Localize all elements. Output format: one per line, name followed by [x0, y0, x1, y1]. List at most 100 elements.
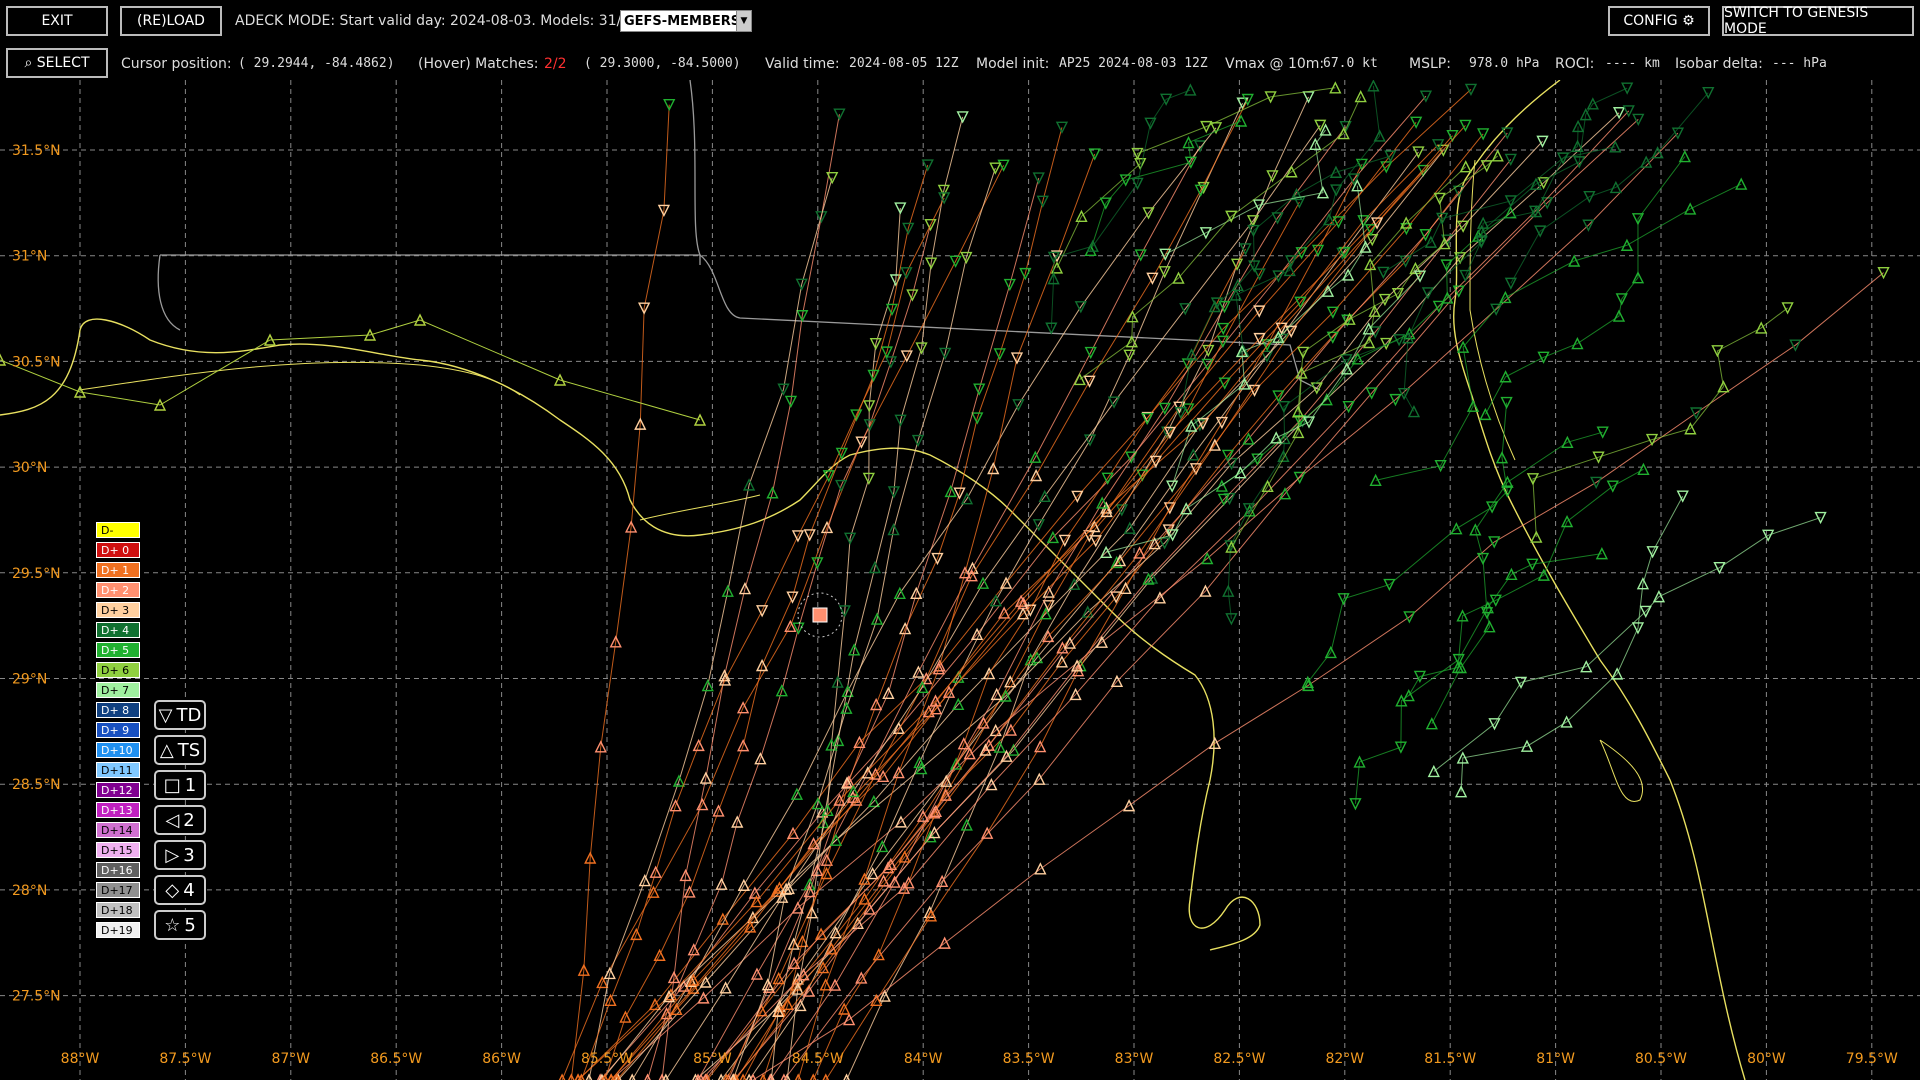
lat-label: 28°N — [12, 883, 47, 899]
track[interactable] — [728, 162, 1002, 1080]
lat-label: 28.5°N — [12, 777, 61, 793]
legend-symbol-label: 4 — [183, 879, 195, 901]
vmax-label: Vmax @ 10m: — [1225, 56, 1325, 72]
legend-day-20: D+19 — [96, 922, 140, 938]
legend-day-16: D+15 — [96, 842, 140, 858]
track[interactable] — [557, 159, 1010, 1080]
track-line — [1056, 87, 1336, 269]
legend-symbol-cat4: ◇ 4 — [154, 875, 206, 905]
lat-label: 31.5°N — [12, 143, 61, 159]
vmax-value: 67.0 kt — [1323, 56, 1378, 71]
cursor-value: ( 29.2944, -84.4862) — [238, 56, 395, 71]
lat-label: 29°N — [12, 672, 47, 688]
track-line — [661, 114, 840, 1080]
track-line — [1383, 126, 1579, 273]
lon-label: 86.5°W — [370, 1051, 422, 1067]
legend-symbol-cat1: □ 1 — [154, 770, 206, 800]
legend-symbol-td: ▽ TD — [154, 700, 206, 730]
legend-day-3: D+ 2 — [96, 582, 140, 598]
legend-symbol-cat2: ◁ 2 — [154, 805, 206, 835]
lon-label: 83°W — [1115, 1051, 1154, 1067]
coastline-atlantic — [1452, 80, 1746, 1080]
legend-symbol-label: 1 — [184, 774, 197, 796]
legend-day-15: D+14 — [96, 822, 140, 838]
track[interactable] — [1084, 114, 1248, 257]
select-label: ⌕ SELECT — [24, 55, 90, 71]
legend-day-2: D+ 1 — [96, 562, 140, 578]
legend-day-4: D+ 3 — [96, 602, 140, 618]
valid-label: Valid time: — [765, 56, 840, 72]
track[interactable] — [1377, 119, 1585, 280]
coastline-barrier-island-2 — [639, 494, 761, 521]
legend-day-17: D+16 — [96, 862, 140, 878]
track[interactable] — [576, 192, 951, 1080]
track[interactable] — [1504, 86, 1715, 290]
track-line — [570, 104, 670, 1080]
track-line — [580, 197, 945, 1080]
track-line — [561, 165, 1005, 1080]
track[interactable] — [1050, 81, 1342, 274]
track-line — [786, 116, 964, 1080]
legend-symbol-label: TS — [177, 739, 201, 761]
ts-icon: △ — [159, 739, 174, 761]
roci-label: ROCI: — [1555, 56, 1595, 72]
track[interactable] — [779, 113, 1645, 1080]
lon-label: 87.5°W — [159, 1051, 211, 1067]
track[interactable] — [821, 158, 1368, 1080]
track[interactable] — [1397, 140, 1622, 418]
track[interactable] — [606, 127, 1685, 1080]
track[interactable] — [702, 185, 1466, 1080]
track-line — [825, 164, 1363, 1080]
track[interactable] — [606, 116, 1423, 1080]
track-line — [599, 95, 1427, 1080]
track[interactable] — [1301, 396, 1514, 688]
lon-label: 84.5°W — [792, 1051, 844, 1067]
state-borders — [157, 80, 1321, 391]
track[interactable] — [1159, 123, 1332, 261]
exit-button[interactable]: EXIT — [6, 6, 108, 36]
cat2-icon: ◁ — [165, 809, 180, 831]
track[interactable] — [600, 159, 934, 1080]
track[interactable] — [1225, 160, 1472, 553]
track[interactable] — [566, 98, 676, 1080]
border-al-ms — [157, 254, 181, 331]
storm-tracks[interactable] — [0, 80, 1890, 1080]
cat1-icon: □ — [163, 774, 181, 796]
valid-value: 2024-08-05 12Z — [849, 56, 959, 71]
track[interactable] — [1402, 462, 1650, 702]
lon-label: 79.5°W — [1846, 1051, 1898, 1067]
legend-day-1: D+ 0 — [96, 542, 140, 558]
track[interactable] — [1369, 177, 1748, 487]
track-line — [1050, 89, 1191, 329]
model-select[interactable]: GEFS-MEMBERS ▼ — [620, 10, 752, 32]
track-line — [732, 167, 996, 1080]
track[interactable] — [842, 91, 1315, 1080]
track[interactable] — [1526, 302, 1794, 543]
track[interactable] — [573, 83, 1478, 1080]
hover-marker — [797, 592, 843, 638]
track[interactable] — [627, 122, 1223, 1080]
track-map-canvas[interactable]: 31.5°N 31°N 30.5°N 30°N 29.5°N 29°N 28.5°N 28°N… — [0, 80, 1920, 1080]
track-line — [1408, 468, 1644, 696]
match-position: ( 29.3000, -84.5000) — [584, 56, 741, 71]
select-button[interactable]: ⌕ SELECT — [6, 48, 108, 78]
cursor-label: Cursor position: — [121, 56, 232, 72]
legend-day-7: D+ 6 — [96, 662, 140, 678]
track[interactable] — [0, 313, 707, 426]
legend-day-12: D+11 — [96, 762, 140, 778]
legend-day-18: D+17 — [96, 882, 140, 898]
config-button[interactable]: CONFIG ⚙ — [1608, 6, 1710, 36]
track[interactable] — [1045, 83, 1197, 335]
track[interactable] — [690, 107, 1626, 1080]
lon-label: 85.5°W — [581, 1051, 633, 1067]
track[interactable] — [612, 139, 1445, 1080]
legend-symbol-label: 3 — [183, 844, 195, 866]
selected-point-icon — [812, 607, 828, 623]
track-line — [1532, 307, 1788, 538]
legend-symbol-label: 2 — [183, 809, 195, 831]
reload-button[interactable]: (RE)LOAD — [120, 6, 222, 36]
track[interactable] — [595, 90, 1433, 1080]
track-line — [733, 159, 1512, 1080]
switch-genesis-button[interactable]: SWITCH TO GENESIS MODE — [1722, 5, 1914, 37]
lon-label: 86°W — [482, 1051, 521, 1067]
